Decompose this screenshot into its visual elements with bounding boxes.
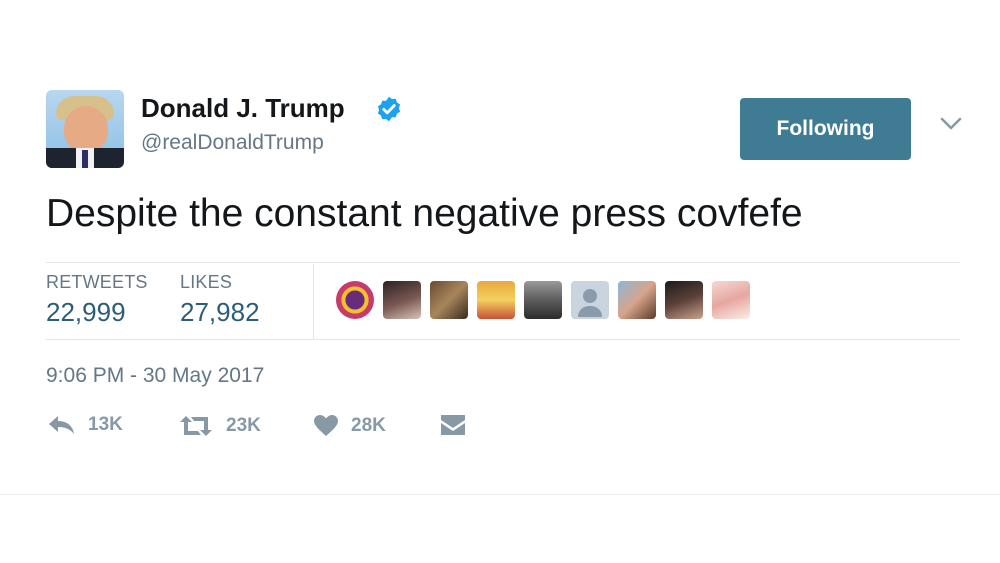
liker-avatar-2[interactable]	[383, 281, 421, 319]
reply-count: 13K	[88, 414, 123, 435]
user-handle[interactable]: @realDonaldTrump	[141, 131, 324, 155]
likes-value: 27,982	[180, 297, 260, 327]
liker-avatar-6[interactable]	[571, 281, 609, 319]
tweet-timestamp[interactable]: 9:06 PM - 30 May 2017	[46, 364, 264, 388]
liker-avatar-8[interactable]	[665, 281, 703, 319]
chevron-down-icon[interactable]	[940, 117, 962, 131]
retweets-stat[interactable]: RETWEETS 22,999	[46, 272, 148, 328]
verified-badge-icon	[377, 96, 401, 122]
retweet-count: 23K	[226, 415, 261, 436]
reply-icon	[49, 416, 74, 434]
profile-avatar[interactable]	[46, 90, 124, 168]
likes-label: LIKES	[180, 272, 233, 292]
liker-avatar-3[interactable]	[430, 281, 468, 319]
retweets-label: RETWEETS	[46, 272, 148, 292]
envelope-icon	[441, 415, 465, 435]
liker-avatar-9[interactable]	[712, 281, 750, 319]
like-count: 28K	[351, 415, 386, 436]
stats-bottom-divider	[46, 339, 960, 340]
tweet-text: Despite the constant negative press covf…	[46, 192, 803, 235]
avatar-face	[64, 106, 108, 152]
stats-vertical-divider	[313, 264, 314, 340]
stats-top-divider	[46, 262, 960, 263]
liker-avatar-4[interactable]	[477, 281, 515, 319]
reply-action[interactable]: 13K	[46, 414, 123, 436]
direct-message-action[interactable]	[440, 414, 466, 436]
retweet-action[interactable]: 23K	[178, 414, 261, 438]
liker-avatar-7[interactable]	[618, 281, 656, 319]
default-user-icon	[578, 289, 602, 317]
liker-avatars	[336, 281, 750, 319]
retweets-value: 22,999	[46, 297, 126, 327]
user-name[interactable]: Donald J. Trump	[141, 93, 345, 124]
retweet-icon	[180, 416, 212, 436]
heart-icon	[314, 415, 338, 436]
avatar-tie	[82, 150, 88, 168]
liker-avatar-5[interactable]	[524, 281, 562, 319]
likes-stat[interactable]: LIKES 27,982	[180, 272, 260, 328]
liker-avatar-1[interactable]	[336, 281, 374, 319]
following-button[interactable]: Following	[740, 98, 911, 160]
like-action[interactable]: 28K	[313, 414, 386, 438]
bottom-divider	[0, 494, 1000, 495]
